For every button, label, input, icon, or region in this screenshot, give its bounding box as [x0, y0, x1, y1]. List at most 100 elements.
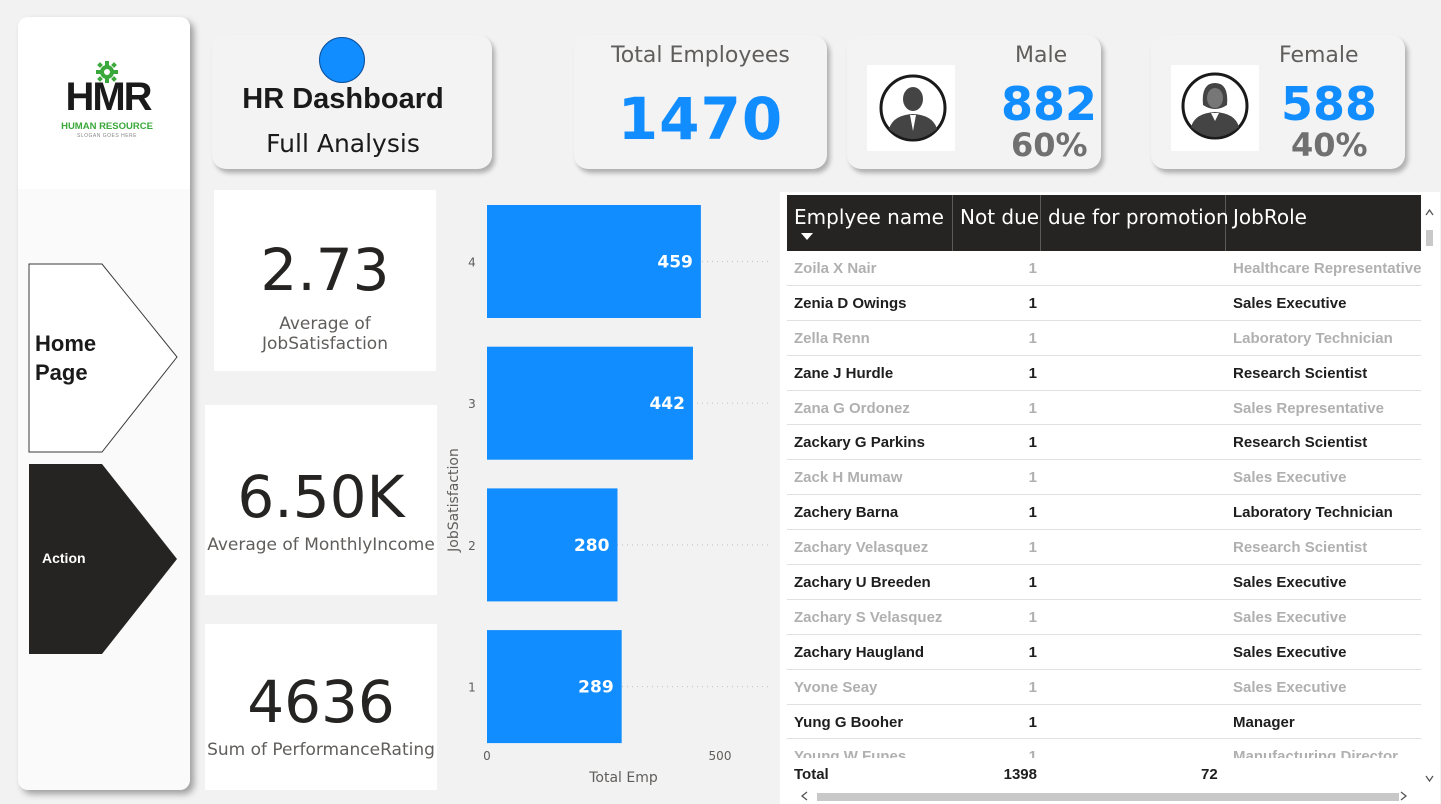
employee-name-cell: Zachery Barna	[794, 504, 899, 522]
scroll-left-icon	[800, 791, 808, 801]
not-due-cell: 1	[1028, 539, 1037, 557]
not-due-cell: 1	[1028, 399, 1037, 417]
not-due-cell: 1	[1028, 434, 1037, 452]
table-row[interactable]: Zana G Ordonez 1 Sales Representative	[787, 391, 1421, 426]
jobrole-cell: Sales Representative	[1233, 399, 1384, 417]
y-tick-label: 1	[468, 681, 476, 695]
circle-icon	[319, 37, 365, 83]
jobrole-cell: Sales Executive	[1233, 574, 1347, 592]
bar-data-label: 280	[574, 536, 610, 556]
bar-data-label: 459	[657, 253, 693, 273]
male-count: 882	[1001, 77, 1098, 131]
jobrole-cell: Sales Executive	[1233, 608, 1347, 626]
employee-name-cell: Zella Renn	[794, 329, 870, 347]
table-row[interactable]: Yvone Seay 1 Sales Executive	[787, 670, 1421, 705]
home-page-button[interactable]: Home Page	[28, 263, 178, 453]
not-due-cell: 1	[1028, 469, 1037, 487]
column-header-jobrole[interactable]: JobRole	[1226, 195, 1421, 251]
not-due-cell: 1	[1028, 260, 1037, 277]
table-row[interactable]: Zachery Barna 1 Laboratory Technician	[787, 495, 1421, 531]
employee-name-cell: Yung G Booher	[794, 713, 904, 731]
not-due-cell: 1	[1028, 329, 1037, 347]
vertical-scrollbar[interactable]	[1423, 200, 1436, 788]
total-employees-card: Total Employees 1470	[574, 35, 827, 169]
performance-rating-label: Sum of PerformanceRating	[207, 740, 435, 760]
table-row[interactable]: Zack H Mumaw 1 Sales Executive	[787, 460, 1421, 496]
not-due-cell: 1	[1028, 678, 1037, 696]
not-due-cell: 1	[1028, 574, 1037, 592]
monthly-income-label: Average of MonthlyIncome	[207, 535, 435, 555]
scroll-up-icon	[1425, 208, 1434, 216]
scroll-right-icon	[1400, 791, 1408, 801]
job-satisfaction-value: 2.73	[260, 236, 390, 304]
employee-name-cell: Yvone Seay	[794, 678, 878, 696]
jobrole-cell: Research Scientist	[1233, 364, 1368, 382]
scrollbar-thumb	[1426, 230, 1433, 246]
table-body: Zoila X Nair 1 Healthcare Representative Ze…	[787, 251, 1421, 758]
sort-descending-icon[interactable]	[801, 233, 813, 240]
employee-name-cell: Zackary G Parkins	[794, 434, 925, 452]
jobrole-cell: Research Scientist	[1233, 434, 1368, 452]
male-percent: 60%	[1011, 126, 1088, 164]
sidebar: HMR HUMAN RESOURCE SLOGAN GOES HERE Home…	[18, 17, 190, 790]
not-due-cell: 1	[1028, 504, 1037, 522]
jobrole-cell: Sales Executive	[1233, 294, 1347, 312]
not-due-cell: 1	[1028, 748, 1037, 758]
jobrole-cell: Laboratory Technician	[1233, 329, 1393, 347]
table-row[interactable]: Zachary Velasquez 1 Research Scientist	[787, 530, 1421, 566]
home-page-label: Home Page	[35, 331, 97, 385]
employee-name-cell: Zachary S Velasquez	[794, 608, 943, 626]
not-due-cell: 1	[1028, 294, 1037, 312]
column-header-due-for-promotion[interactable]: due for promotion	[1041, 195, 1229, 251]
male-card: Male 882 60%	[847, 35, 1101, 169]
logo-slogan: SLOGAN GOES HERE	[77, 133, 137, 139]
table-row[interactable]: Zella Renn 1 Laboratory Technician	[787, 321, 1421, 356]
x-axis-title: Total Emp	[588, 770, 658, 786]
table-row[interactable]: Zoila X Nair 1 Healthcare Representative	[787, 251, 1421, 286]
scrollbar-thumb[interactable]	[817, 793, 1399, 801]
total-employees-label: Total Employees	[611, 43, 790, 68]
total-employees-value: 1470	[617, 85, 784, 153]
jobrole-cell: Manufacturing Director	[1233, 748, 1399, 758]
table-row[interactable]: Young W Funes 1 Manufacturing Director	[787, 739, 1421, 758]
bar-data-label: 289	[578, 678, 614, 698]
jobrole-cell: Sales Executive	[1233, 643, 1347, 661]
logo: HMR HUMAN RESOURCE SLOGAN GOES HERE	[18, 17, 190, 189]
employee-name-cell: Young W Funes	[794, 748, 907, 758]
female-count: 588	[1281, 77, 1378, 131]
horizontal-scrollbar[interactable]	[787, 790, 1421, 802]
y-tick-label: 2	[468, 539, 476, 553]
total-not-due: 1398	[1003, 766, 1037, 783]
employee-name-cell: Zack H Mumaw	[794, 469, 903, 487]
not-due-cell: 1	[1028, 713, 1037, 731]
monthly-income-value: 6.50K	[237, 463, 405, 531]
female-label: Female	[1279, 43, 1359, 68]
x-tick-label: 0	[483, 749, 491, 763]
table-row[interactable]: Zackary G Parkins 1 Research Scientist	[787, 425, 1421, 461]
logo-name: HUMAN RESOURCE	[61, 121, 153, 132]
employee-name-cell: Zana G Ordonez	[794, 399, 910, 417]
action-label: Action	[42, 550, 86, 566]
not-due-cell: 1	[1028, 608, 1037, 626]
logo-mark: HMR	[65, 75, 152, 119]
bar-data-label: 442	[649, 394, 685, 414]
column-header-not-due[interactable]: Not due	[953, 195, 1041, 251]
table-row[interactable]: Zachary S Velasquez 1 Sales Executive	[787, 600, 1421, 635]
table-row[interactable]: Zachary U Breeden 1 Sales Executive	[787, 565, 1421, 600]
scroll-down-icon	[1425, 775, 1434, 783]
not-due-cell: 1	[1028, 364, 1037, 382]
not-due-cell: 1	[1028, 643, 1037, 661]
female-card: Female 588 40%	[1151, 35, 1405, 169]
table-total-row: Total 1398 72	[787, 760, 1421, 790]
employee-name-cell: Zachary U Breeden	[794, 574, 931, 592]
table-row[interactable]: Zenia D Owings 1 Sales Executive	[787, 286, 1421, 321]
table-row[interactable]: Zachary Haugland 1 Sales Executive	[787, 635, 1421, 670]
page-title: HR Dashboard	[242, 83, 444, 115]
employee-name-cell: Zachary Haugland	[794, 643, 925, 661]
y-tick-label: 3	[468, 397, 476, 411]
jobrole-cell: Research Scientist	[1233, 539, 1368, 557]
table-row[interactable]: Yung G Booher 1 Manager	[787, 705, 1421, 740]
table-row[interactable]: Zane J Hurdle 1 Research Scientist	[787, 356, 1421, 391]
action-button[interactable]: Action	[28, 464, 178, 654]
column-header-employee-name[interactable]: Emplyee name	[787, 195, 953, 251]
